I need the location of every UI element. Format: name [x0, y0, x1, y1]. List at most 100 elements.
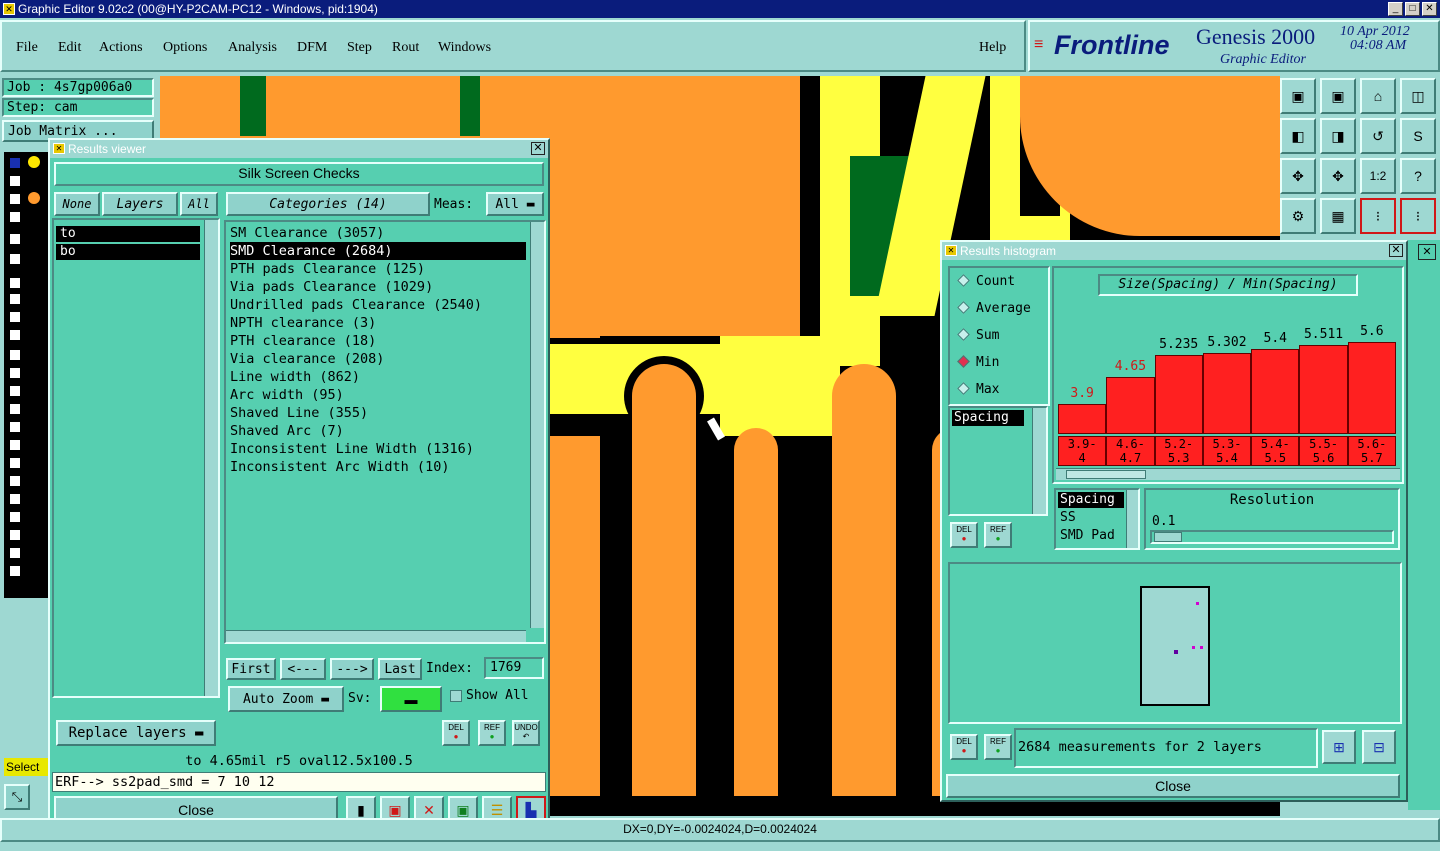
layer-list[interactable] — [4, 152, 48, 598]
category-item[interactable]: Via pads Clearance (1029) — [230, 278, 433, 296]
tool-icon[interactable]: ✥ — [1320, 158, 1356, 194]
prev-button[interactable]: <--- — [280, 658, 326, 680]
close-icon[interactable]: ✕ — [1389, 244, 1403, 257]
layer-toggle[interactable] — [8, 328, 22, 342]
tool-icon[interactable]: ⁝ — [1360, 198, 1396, 234]
tool-icon[interactable]: ⁝ — [1400, 198, 1436, 234]
histogram-bar[interactable] — [1251, 349, 1300, 434]
mode-sum-radio[interactable]: Sum — [956, 328, 999, 343]
layer-toggle[interactable] — [8, 564, 22, 578]
layer-toggle[interactable] — [8, 546, 22, 560]
menu-file[interactable]: File — [16, 40, 38, 56]
tool-icon[interactable]: S — [1400, 118, 1436, 154]
measure-item-spacing[interactable]: Spacing — [952, 410, 1024, 426]
severity-select[interactable]: ▬ — [380, 686, 442, 712]
category-item[interactable]: NPTH clearance (3) — [230, 314, 376, 332]
category-item[interactable]: SM Clearance (3057) — [230, 224, 384, 242]
layer-toggle[interactable] — [8, 384, 22, 398]
mode-average-radio[interactable]: Average — [956, 301, 1031, 316]
layer-toggle[interactable] — [8, 420, 22, 434]
layer-toggle[interactable] — [8, 292, 22, 306]
layer-toggle[interactable] — [8, 474, 22, 488]
attr-scrollbar[interactable] — [1126, 490, 1138, 548]
attribute-list[interactable]: Spacing SS SMD Pad — [1054, 488, 1140, 550]
slider-thumb[interactable] — [1154, 532, 1182, 542]
menu-dfm[interactable]: DFM — [297, 40, 327, 56]
categories-button[interactable]: Categories (14) — [226, 192, 430, 216]
layer-toggle[interactable] — [8, 366, 22, 380]
undo-button[interactable]: UNDO ↶ — [512, 720, 540, 746]
layers-none-button[interactable]: None — [54, 192, 100, 216]
menu-windows[interactable]: Windows — [438, 40, 491, 56]
category-scrollbar[interactable] — [530, 222, 544, 628]
category-item[interactable]: PTH clearance (18) — [230, 332, 376, 350]
layers-button[interactable]: Layers — [102, 192, 178, 216]
meas-select[interactable]: All ▬ — [486, 192, 544, 216]
zoom-out-icon[interactable]: ⊟ — [1362, 730, 1396, 764]
menu-analysis[interactable]: Analysis — [228, 40, 277, 56]
layer-toggle[interactable] — [8, 528, 22, 542]
tool-icon[interactable]: ◧ — [1280, 118, 1316, 154]
category-item[interactable]: PTH pads Clearance (125) — [230, 260, 425, 278]
show-all-checkbox[interactable] — [450, 690, 462, 702]
attr-item[interactable]: SMD Pad — [1060, 528, 1115, 543]
zoom-in-icon[interactable]: ⊞ — [1322, 730, 1356, 764]
layer-toggle[interactable] — [8, 174, 22, 188]
maximize-button[interactable]: □ — [1405, 2, 1420, 16]
next-button[interactable]: ---> — [330, 658, 374, 680]
zoom-tool-icon[interactable]: ⤡ — [4, 784, 30, 810]
layer-toggle[interactable] — [8, 232, 22, 246]
category-hscrollbar[interactable] — [226, 630, 526, 642]
ref-button[interactable]: REF ● — [478, 720, 506, 746]
histogram-bar[interactable] — [1202, 353, 1252, 434]
category-item[interactable]: Via clearance (208) — [230, 350, 384, 368]
menu-options[interactable]: Options — [163, 40, 207, 56]
hist-del-button-2[interactable]: DEL ● — [950, 734, 978, 760]
histogram-bar[interactable] — [1106, 377, 1155, 434]
attr-item-selected[interactable]: Spacing — [1058, 492, 1124, 508]
layer-toggle[interactable] — [8, 210, 22, 224]
layer-toggle[interactable] — [8, 402, 22, 416]
tool-icon[interactable]: ◨ — [1320, 118, 1356, 154]
layer-item-to[interactable]: to — [56, 226, 200, 242]
layer-toggle[interactable] — [8, 492, 22, 506]
layer-toggle[interactable] — [8, 252, 22, 266]
scroll-thumb[interactable] — [1066, 470, 1146, 479]
category-item[interactable]: Line width (862) — [230, 368, 360, 386]
menu-step[interactable]: Step — [347, 40, 372, 56]
menu-rout[interactable]: Rout — [392, 40, 419, 56]
first-button[interactable]: First — [226, 658, 276, 680]
tool-icon[interactable]: ▣ — [1280, 78, 1316, 114]
tool-icon[interactable]: ◫ — [1400, 78, 1436, 114]
histogram-hscrollbar[interactable] — [1056, 468, 1400, 480]
category-item[interactable]: Shaved Arc (7) — [230, 422, 344, 440]
histogram-close-button[interactable]: Close — [946, 774, 1400, 798]
resolution-slider[interactable] — [1150, 530, 1394, 544]
histogram-bar[interactable] — [1347, 342, 1396, 434]
mode-max-radio[interactable]: Max — [956, 382, 999, 397]
layer-item-bo[interactable]: bo — [56, 244, 200, 260]
menu-edit[interactable]: Edit — [58, 40, 81, 56]
tool-icon[interactable]: 1:2 — [1360, 158, 1396, 194]
hist-ref-button[interactable]: REF ● — [984, 522, 1012, 548]
layer-toggle[interactable] — [8, 310, 22, 324]
category-item[interactable]: Shaved Line (355) — [230, 404, 368, 422]
close-icon[interactable]: ✕ — [1418, 244, 1436, 260]
menu-help[interactable]: Help — [979, 40, 1006, 56]
auto-zoom-select[interactable]: Auto Zoom ▬ — [228, 686, 344, 712]
home-icon[interactable]: ⌂ — [1360, 78, 1396, 114]
help-icon[interactable]: ? — [1400, 158, 1436, 194]
layer-list-panel[interactable]: to bo — [52, 218, 220, 698]
mode-min-radio[interactable]: Min — [956, 355, 999, 370]
tool-icon[interactable]: ✥ — [1280, 158, 1316, 194]
layer-list-scrollbar[interactable] — [204, 220, 218, 696]
menu-actions[interactable]: Actions — [99, 40, 143, 56]
histogram-bar[interactable] — [1154, 355, 1203, 434]
index-input[interactable]: 1769 — [484, 657, 544, 679]
category-item[interactable]: Inconsistent Arc Width (10) — [230, 458, 449, 476]
layer-toggle[interactable] — [8, 192, 22, 206]
layer-toggle[interactable] — [8, 438, 22, 452]
minimize-button[interactable]: _ — [1388, 2, 1403, 16]
hist-del-button[interactable]: DEL ● — [950, 522, 978, 548]
category-item[interactable]: Inconsistent Line Width (1316) — [230, 440, 474, 458]
